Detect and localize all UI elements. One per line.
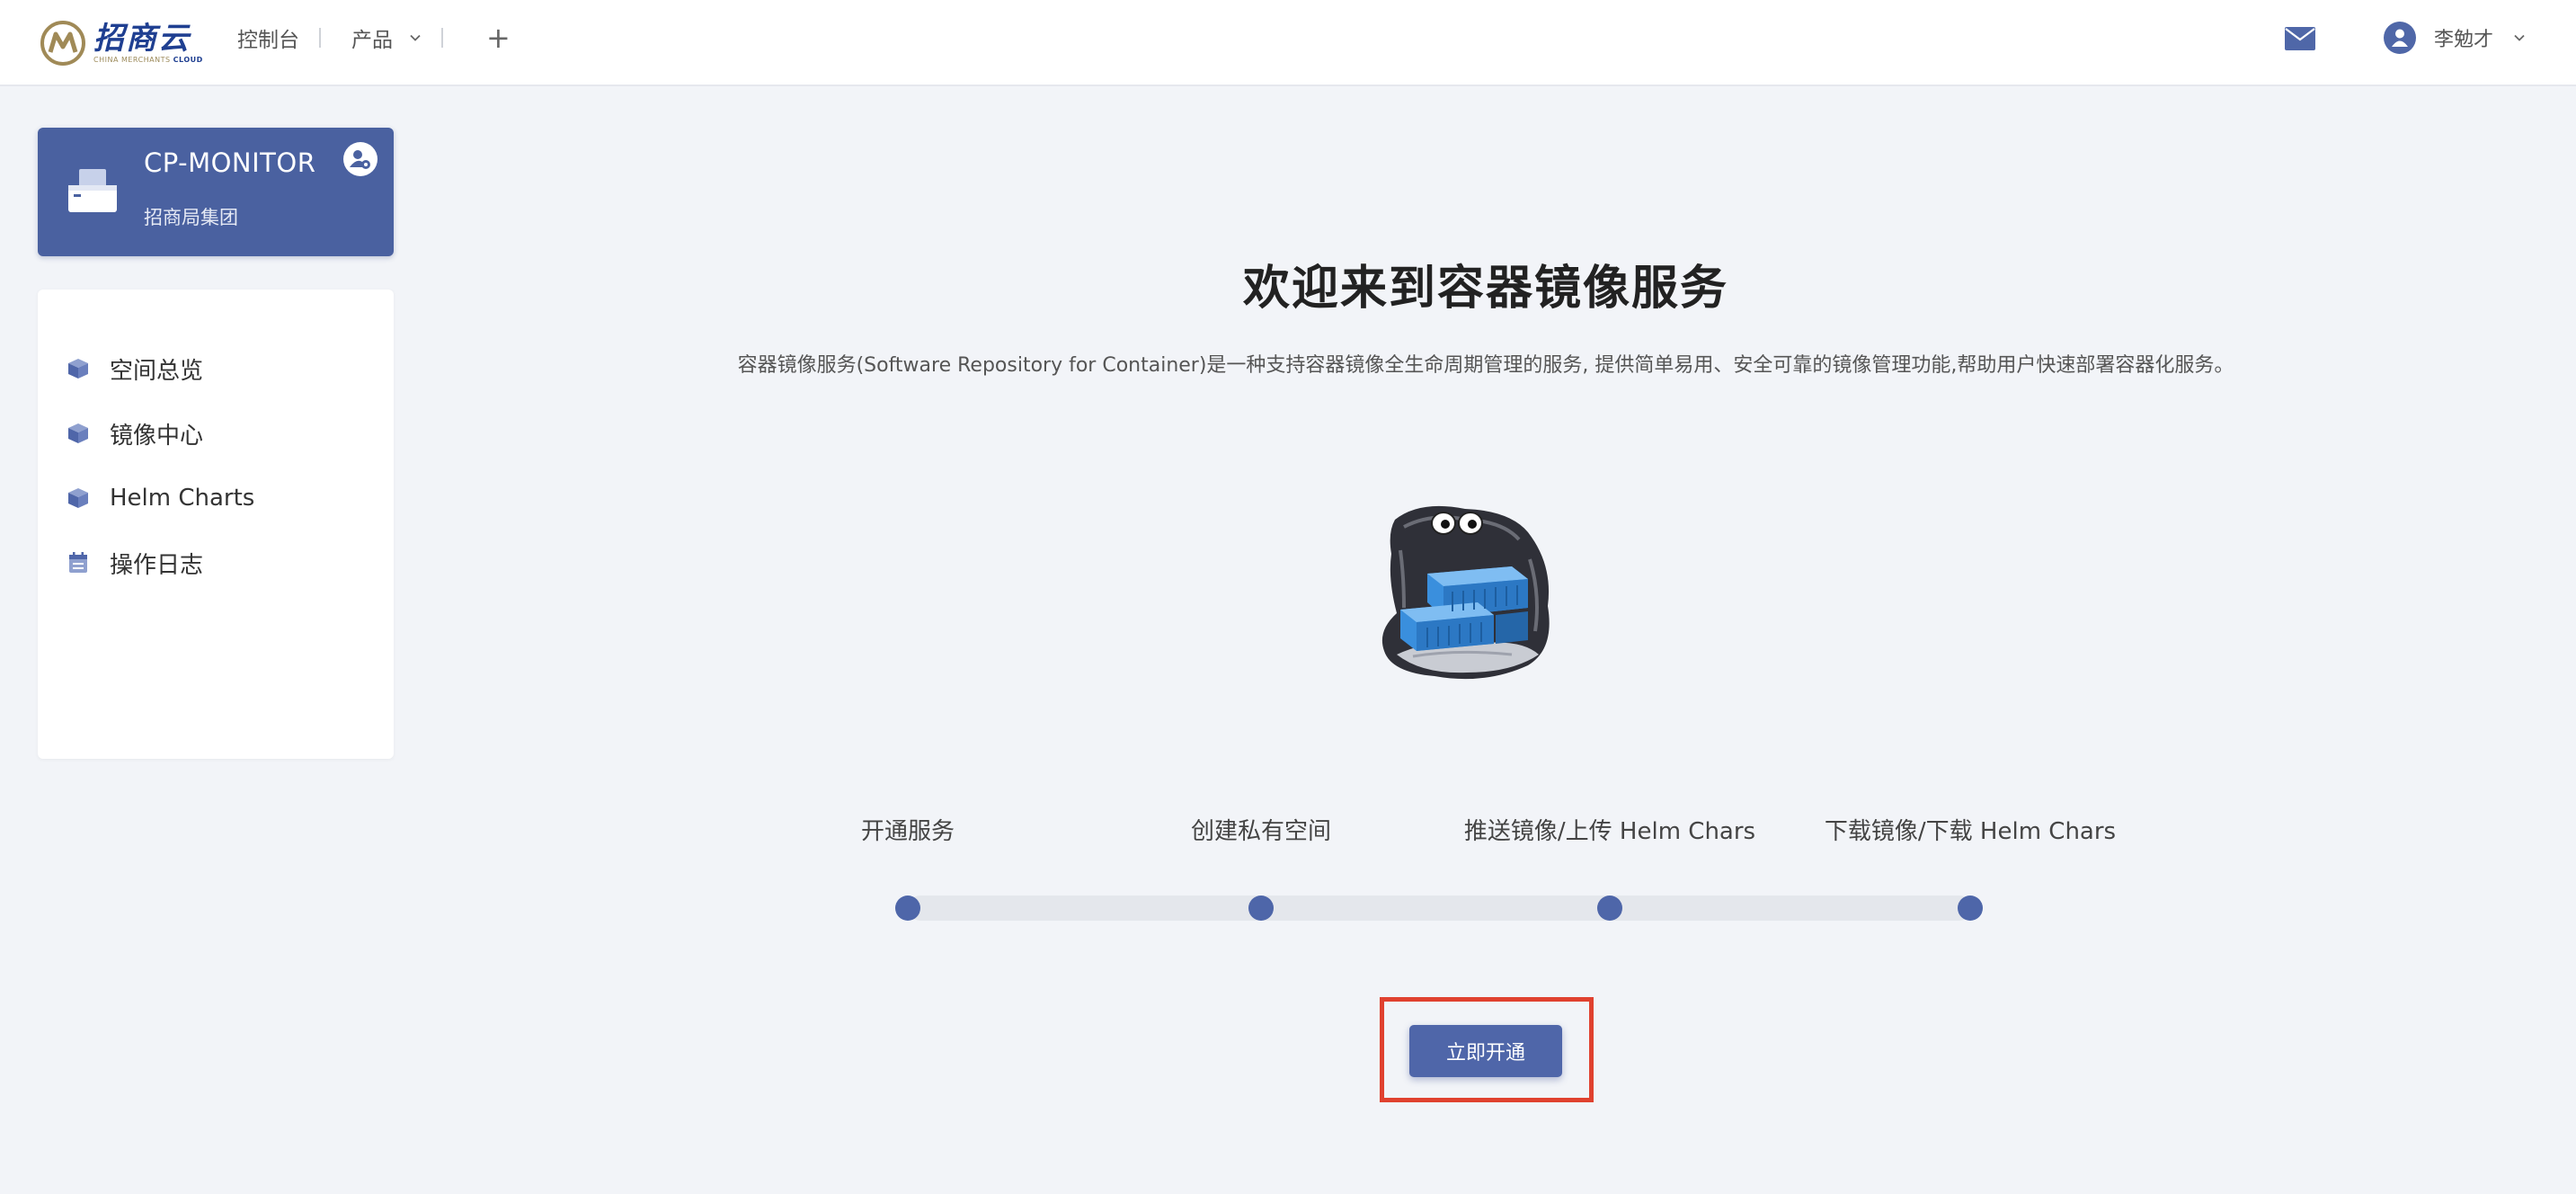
step-label-3: 推送镜像/上传 Helm Chars xyxy=(1463,818,1756,845)
brand-name: 招商云 xyxy=(93,21,191,57)
sidebar-item-label: Helm Charts xyxy=(110,485,255,512)
mail-icon[interactable] xyxy=(2285,27,2315,50)
nav-products-label: 产品 xyxy=(351,29,393,52)
user-settings-icon xyxy=(350,150,370,169)
brand-tagline: CHINA MERCHANTS CLOUD xyxy=(93,56,203,64)
cube-icon xyxy=(68,423,88,443)
sidebar-item-image-center[interactable]: 镜像中心 xyxy=(67,415,203,451)
steps-progress-track xyxy=(908,896,1972,921)
top-nav: 控制台 产品 + xyxy=(237,0,511,76)
top-bar: 招商云 CHINA MERCHANTS CLOUD 控制台 产品 + 李勉才 xyxy=(0,0,2576,86)
sidebar-item-label: 操作日志 xyxy=(110,551,204,579)
step-label-2: 创建私有空间 xyxy=(1190,818,1332,845)
step-dot-2 xyxy=(1248,896,1274,921)
nav-console[interactable]: 控制台 xyxy=(237,22,299,53)
sidebar-item-operation-log[interactable]: 操作日志 xyxy=(67,545,203,581)
nav-divider xyxy=(319,28,321,48)
user-menu[interactable]: 李勉才 xyxy=(2384,20,2526,56)
user-icon xyxy=(2392,29,2408,47)
avatar xyxy=(2384,22,2416,54)
brand-logo[interactable]: 招商云 CHINA MERCHANTS CLOUD xyxy=(40,16,203,70)
cmc-logo-icon xyxy=(40,21,85,66)
sidebar-item-helm-charts[interactable]: Helm Charts xyxy=(67,480,254,516)
project-name: CP-MONITOR xyxy=(144,147,316,178)
project-org: 招商局集团 xyxy=(144,207,238,228)
calendar-icon xyxy=(69,552,87,573)
chevron-down-icon xyxy=(410,34,421,41)
add-shortcut-button[interactable]: + xyxy=(486,23,511,52)
project-settings-button[interactable] xyxy=(343,142,378,176)
step-dot-4 xyxy=(1958,896,1983,921)
page-title: 欢迎来到容器镜像服务 xyxy=(1242,262,1728,316)
chevron-down-icon xyxy=(2514,34,2525,41)
user-name: 李勉才 xyxy=(2434,29,2494,51)
step-dot-1 xyxy=(895,896,920,921)
nav-divider xyxy=(441,28,443,48)
project-card: CP-MONITOR 招商局集团 xyxy=(38,128,394,256)
cube-icon xyxy=(68,488,88,508)
step-label-1: 开通服务 xyxy=(860,818,955,845)
activate-now-button[interactable]: 立即开通 xyxy=(1409,1025,1562,1077)
step-dot-3 xyxy=(1597,896,1622,921)
mascot-illustration xyxy=(1381,505,1550,680)
step-label-4: 下载镜像/下载 Helm Chars xyxy=(1824,818,2117,845)
registry-icon xyxy=(68,169,117,212)
sidebar-item-label: 镜像中心 xyxy=(110,422,204,450)
page-description: 容器镜像服务(Software Repository for Container… xyxy=(737,354,2234,377)
nav-products[interactable]: 产品 xyxy=(351,22,422,53)
